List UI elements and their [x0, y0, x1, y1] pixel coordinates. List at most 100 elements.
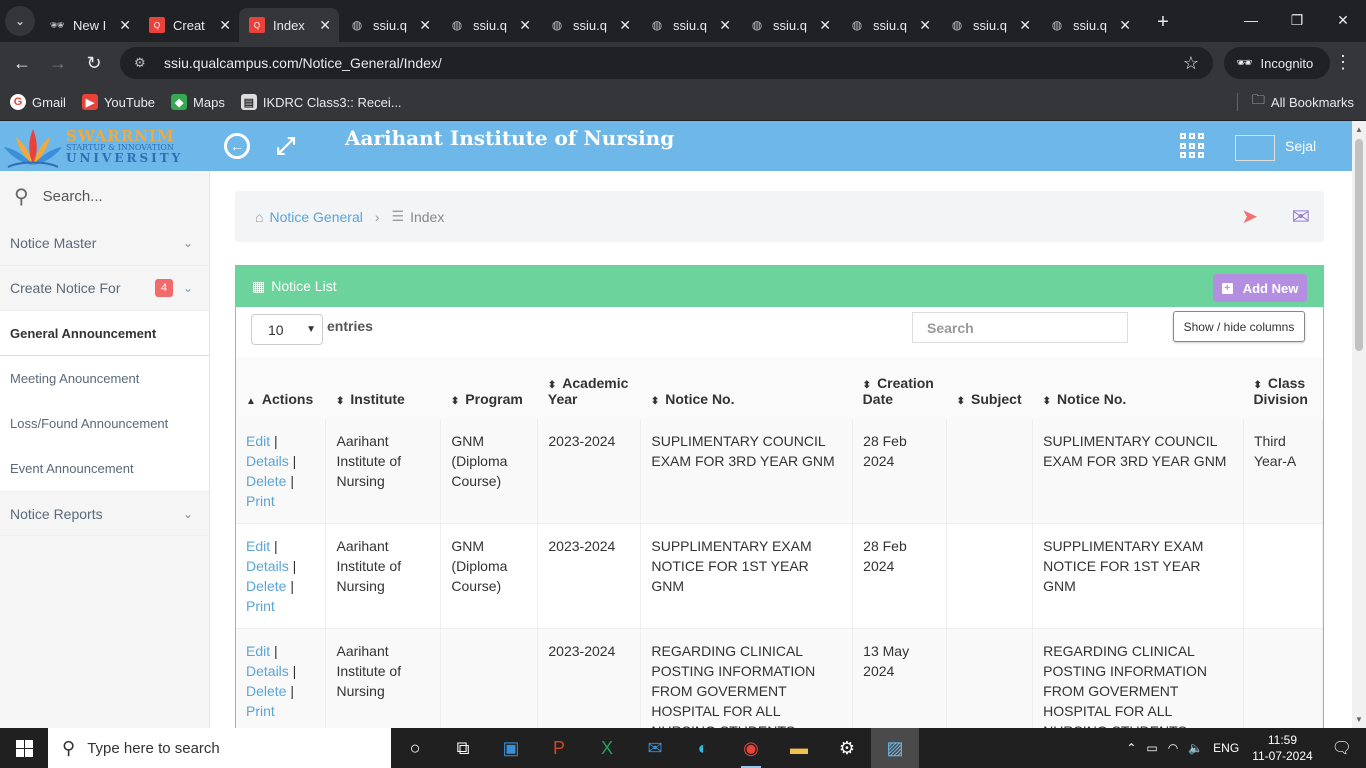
sidebar-subitem-event-announcement[interactable]: Event Announcement: [0, 446, 209, 491]
chevron-up-icon[interactable]: ⌃: [1126, 741, 1136, 755]
details-link[interactable]: Details: [246, 663, 289, 679]
browser-tab[interactable]: 🕶 New I ✕: [39, 8, 139, 42]
column-header[interactable]: ⬍ Notice No.: [640, 357, 853, 419]
details-link[interactable]: Details: [246, 558, 289, 574]
browser-tab[interactable]: Q Index ✕: [239, 8, 339, 42]
delete-link[interactable]: Delete: [246, 578, 286, 594]
column-header[interactable]: ⬍ Institute: [325, 357, 441, 419]
breadcrumb-notice-general[interactable]: Notice General: [269, 209, 362, 225]
column-header[interactable]: ⬍ Academic Year: [537, 357, 641, 419]
browser-tab[interactable]: ◍ ssiu.q ✕: [439, 8, 539, 42]
apps-grid-icon[interactable]: [1180, 133, 1206, 159]
close-tab-icon[interactable]: ✕: [119, 17, 131, 34]
taskbar-search[interactable]: ⚲ Type here to search: [48, 728, 391, 768]
close-tab-icon[interactable]: ✕: [419, 17, 431, 34]
close-tab-icon[interactable]: ✕: [319, 17, 331, 34]
cortana-icon[interactable]: ○: [391, 728, 439, 768]
edit-link[interactable]: Edit: [246, 433, 270, 449]
paper-plane-icon[interactable]: ➤: [1241, 204, 1258, 229]
close-window-icon[interactable]: ✕: [1320, 0, 1366, 40]
chrome-icon[interactable]: ◉: [727, 728, 775, 768]
sidebar-subitem-meeting-anouncement[interactable]: Meeting Anouncement: [0, 356, 209, 401]
wifi-icon[interactable]: ◠: [1168, 741, 1178, 755]
language-indicator[interactable]: ENG: [1213, 741, 1239, 755]
delete-link[interactable]: Delete: [246, 473, 286, 489]
file-explorer-icon[interactable]: ▬: [775, 728, 823, 768]
sidebar-search-input[interactable]: Search...: [43, 188, 103, 205]
column-header[interactable]: ⬍ Class Division: [1243, 357, 1323, 419]
sidebar-item-create-notice-for[interactable]: Create Notice For 4 ⌄: [0, 266, 209, 311]
all-bookmarks-button[interactable]: 🗀 All Bookmarks: [1236, 91, 1354, 113]
incognito-indicator[interactable]: 🕶 Incognito: [1224, 47, 1330, 79]
browser-tab[interactable]: ◍ ssiu.q ✕: [739, 8, 839, 42]
clock[interactable]: 11:59 11-07-2024: [1252, 732, 1313, 764]
menu-kebab-icon[interactable]: ⋮: [1334, 52, 1352, 73]
close-tab-icon[interactable]: ✕: [519, 17, 531, 34]
envelope-icon[interactable]: ✉: [1292, 204, 1310, 230]
bookmark-item[interactable]: ◆ Maps: [171, 94, 225, 110]
close-tab-icon[interactable]: ✕: [619, 17, 631, 34]
reload-icon[interactable]: ↻: [76, 45, 112, 81]
bookmark-item[interactable]: G Gmail: [10, 94, 66, 110]
browser-tab[interactable]: Q Creat ✕: [139, 8, 239, 42]
store-icon[interactable]: ▣: [487, 728, 535, 768]
powerpoint-icon[interactable]: P: [535, 728, 583, 768]
entries-select[interactable]: 10 ▼: [251, 314, 323, 345]
browser-tab[interactable]: ◍ ssiu.q ✕: [1039, 8, 1139, 42]
back-circle-icon[interactable]: ←: [224, 133, 250, 159]
university-logo[interactable]: SWARRNIM STARTUP & INNOVATION UNIVERSITY: [0, 121, 210, 171]
print-link[interactable]: Print: [246, 703, 275, 719]
back-icon[interactable]: ←: [4, 45, 40, 81]
tab-search-icon[interactable]: ⌄: [5, 6, 35, 36]
column-header[interactable]: ▲ Actions: [236, 357, 326, 419]
mail-icon[interactable]: ✉: [631, 728, 679, 768]
address-bar[interactable]: ⚙ ssiu.qualcampus.com/Notice_General/Ind…: [120, 47, 1213, 79]
sidebar-subitem-general-announcement[interactable]: General Announcement: [0, 311, 209, 356]
column-header[interactable]: ⬍ Notice No.: [1032, 357, 1244, 419]
user-name[interactable]: Sejal: [1285, 138, 1316, 154]
edit-link[interactable]: Edit: [246, 538, 270, 554]
browser-tab[interactable]: ◍ ssiu.q ✕: [339, 8, 439, 42]
page-scrollbar[interactable]: ▲ ▼: [1352, 121, 1366, 728]
close-tab-icon[interactable]: ✕: [819, 17, 831, 34]
photos-icon[interactable]: ▨: [871, 728, 919, 768]
sidebar-search[interactable]: ⚲ Search...: [0, 171, 209, 221]
scroll-up-icon[interactable]: ▲: [1355, 125, 1363, 134]
details-link[interactable]: Details: [246, 453, 289, 469]
close-tab-icon[interactable]: ✕: [1019, 17, 1031, 34]
table-search-input[interactable]: Search: [912, 312, 1128, 343]
avatar[interactable]: [1235, 135, 1275, 161]
show-hide-columns-button[interactable]: Show / hide columns: [1173, 311, 1305, 342]
close-tab-icon[interactable]: ✕: [1119, 17, 1131, 34]
browser-tab[interactable]: ◍ ssiu.q ✕: [939, 8, 1039, 42]
column-header[interactable]: ⬍ Program: [440, 357, 538, 419]
edit-link[interactable]: Edit: [246, 643, 270, 659]
browser-tab[interactable]: ◍ ssiu.q ✕: [539, 8, 639, 42]
print-link[interactable]: Print: [246, 493, 275, 509]
sidebar-item-notice-reports[interactable]: Notice Reports ⌄: [0, 491, 209, 536]
column-header[interactable]: ⬍ Subject: [946, 357, 1033, 419]
new-tab-button[interactable]: +: [1149, 8, 1177, 36]
scroll-down-icon[interactable]: ▼: [1355, 715, 1363, 724]
notification-icon[interactable]: 🗨: [1332, 738, 1352, 758]
print-link[interactable]: Print: [246, 598, 275, 614]
excel-icon[interactable]: X: [583, 728, 631, 768]
settings-icon[interactable]: ⚙: [823, 728, 871, 768]
minimize-icon[interactable]: —: [1228, 0, 1274, 40]
site-info-icon[interactable]: ⚙: [134, 55, 154, 71]
task-view-icon[interactable]: ⧉: [439, 728, 487, 768]
browser-tab[interactable]: ◍ ssiu.q ✕: [839, 8, 939, 42]
restore-icon[interactable]: ❐: [1274, 0, 1320, 40]
scroll-thumb[interactable]: [1355, 139, 1363, 351]
delete-link[interactable]: Delete: [246, 683, 286, 699]
sidebar-item-notice-master[interactable]: Notice Master ⌄: [0, 221, 209, 266]
column-header[interactable]: ⬍ Creation Date: [852, 357, 947, 419]
browser-tab[interactable]: ◍ ssiu.q ✕: [639, 8, 739, 42]
forward-icon[interactable]: →: [40, 45, 76, 81]
close-tab-icon[interactable]: ✕: [919, 17, 931, 34]
volume-icon[interactable]: 🔈: [1188, 741, 1203, 755]
windows-start-icon[interactable]: [0, 728, 48, 768]
fullscreen-icon[interactable]: ⤢: [276, 133, 295, 161]
add-new-button[interactable]: + Add New: [1213, 274, 1307, 302]
close-tab-icon[interactable]: ✕: [719, 17, 731, 34]
